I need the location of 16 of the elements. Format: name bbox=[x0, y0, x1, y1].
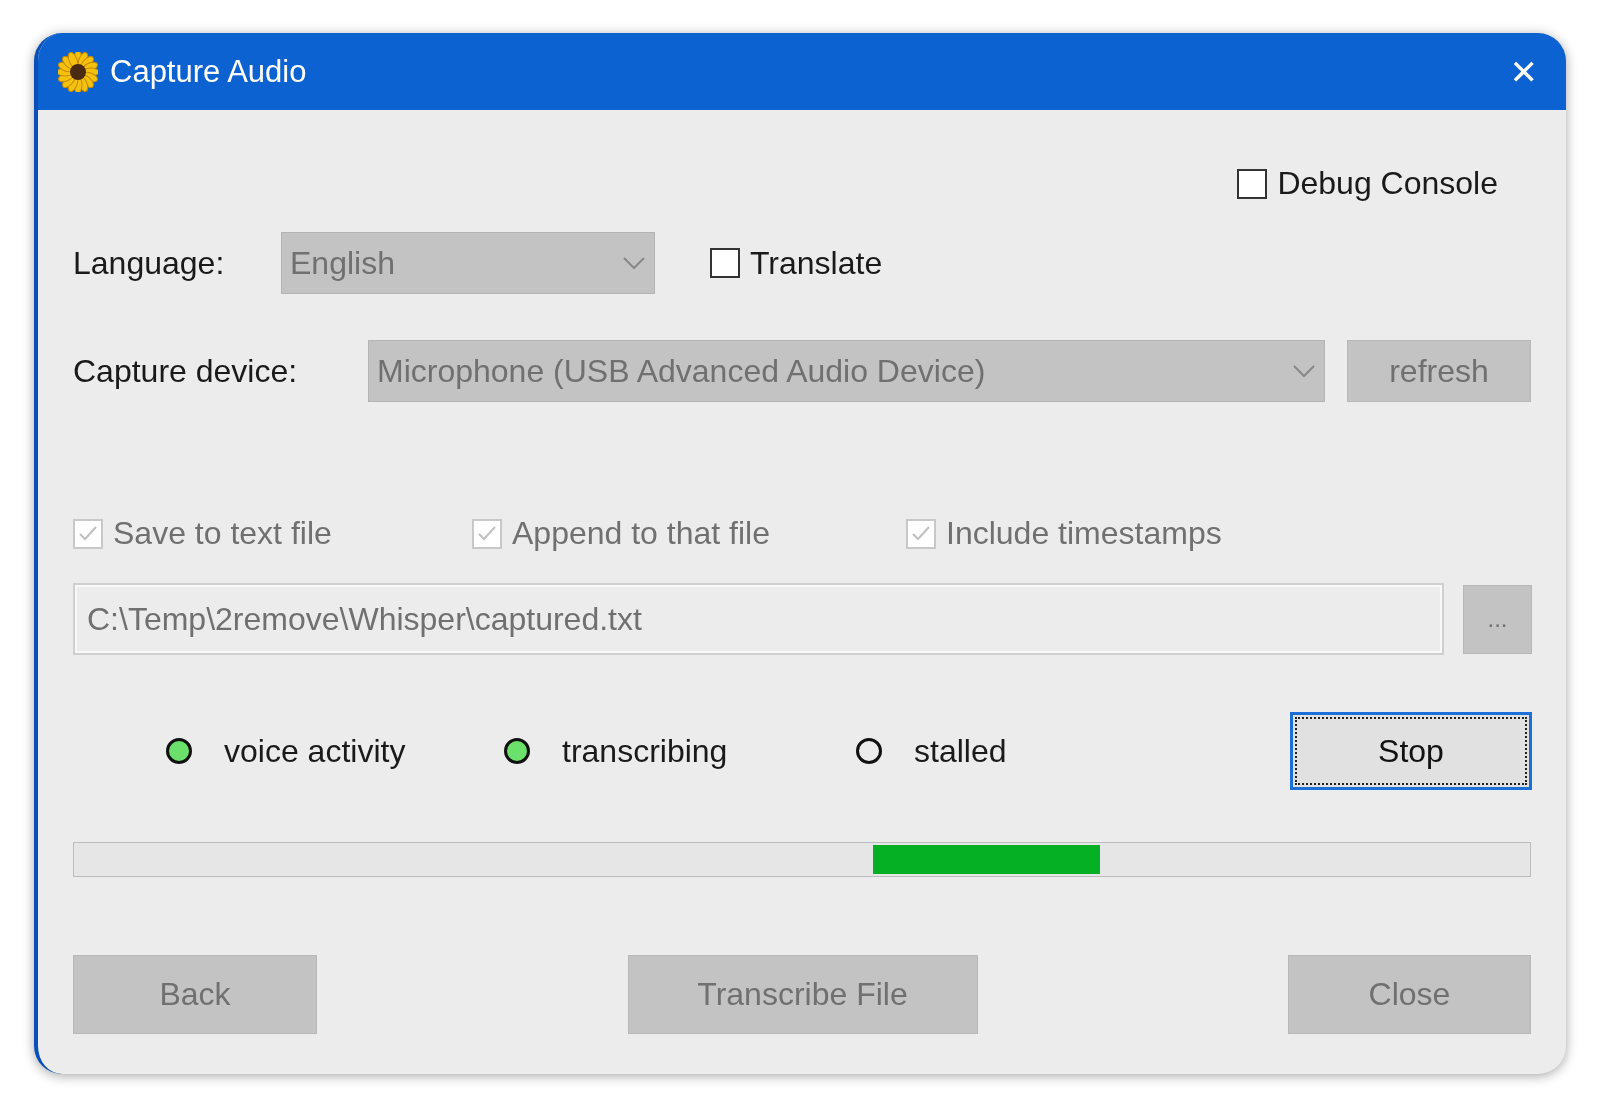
indicator-label: voice activity bbox=[224, 732, 406, 770]
window-title: Capture Audio bbox=[110, 53, 308, 90]
indicator-label: stalled bbox=[914, 732, 1007, 770]
language-label: Language: bbox=[73, 244, 226, 282]
checkbox[interactable] bbox=[710, 248, 740, 278]
checkbox[interactable] bbox=[1237, 168, 1268, 199]
stop-button[interactable]: Stop bbox=[1290, 712, 1532, 790]
debug-console-label: Debug Console bbox=[1277, 165, 1498, 202]
close-button[interactable]: ✕ bbox=[1501, 51, 1546, 92]
option-label: Include timestamps bbox=[946, 515, 1222, 552]
option-label: Append to that file bbox=[512, 515, 770, 552]
indicator-label: transcribing bbox=[562, 732, 728, 770]
sunflower-icon bbox=[58, 51, 98, 92]
translate-label: Translate bbox=[750, 244, 883, 282]
capture-device-label: Capture device: bbox=[73, 352, 299, 390]
option-label: Save to text file bbox=[113, 515, 332, 552]
